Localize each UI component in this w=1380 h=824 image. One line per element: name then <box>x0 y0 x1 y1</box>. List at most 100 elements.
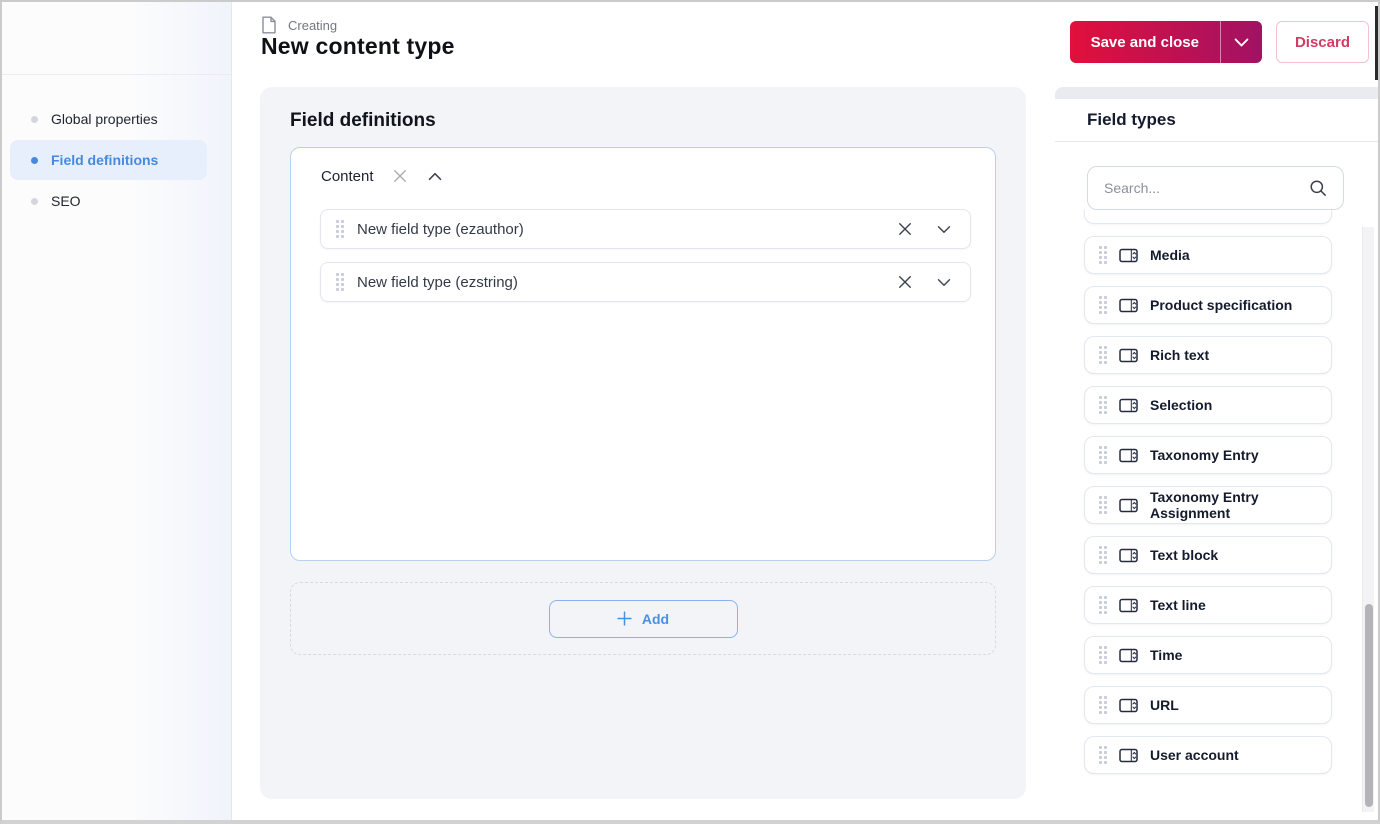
field-type-item-selection[interactable]: Selection <box>1084 386 1332 424</box>
field-group-name: Content <box>321 167 374 185</box>
kicker-label: Creating <box>288 17 338 33</box>
field-type-icon <box>1119 348 1138 363</box>
drag-handle-icon[interactable] <box>1099 646 1107 664</box>
field-type-item-partial[interactable] <box>1084 210 1332 224</box>
field-definition-label: New field type (ezstring) <box>357 273 518 291</box>
search-icon <box>1309 179 1327 197</box>
drag-handle-icon[interactable] <box>1099 496 1107 514</box>
page-scrollbar-thumb[interactable] <box>1375 6 1378 80</box>
sidebar-item-label: Field definitions <box>51 152 159 168</box>
collapse-group-button[interactable] <box>426 170 444 183</box>
remove-field-button[interactable] <box>896 273 914 291</box>
field-type-icon <box>1119 598 1138 613</box>
save-button-label[interactable]: Save and close <box>1070 21 1220 63</box>
field-definition-row[interactable]: New field type (ezauthor) <box>320 209 971 249</box>
sidebar-item-label: SEO <box>51 193 81 209</box>
field-type-label: Media <box>1150 247 1190 263</box>
drag-handle-icon[interactable] <box>336 220 344 238</box>
bullet-dot-icon <box>31 156 38 164</box>
drag-handle-icon[interactable] <box>1099 596 1107 614</box>
sidebar-item-seo[interactable]: SEO <box>10 181 207 221</box>
page-header: Creating New content type Save and close… <box>233 2 1378 86</box>
search-input[interactable] <box>1104 180 1301 196</box>
bullet-dot-icon <box>31 115 38 123</box>
field-definition-row[interactable]: New field type (ezstring) <box>320 262 971 302</box>
header-actions: Save and close Discard <box>1069 21 1369 63</box>
field-type-label: URL <box>1150 697 1179 713</box>
field-type-item-rich-text[interactable]: Rich text <box>1084 336 1332 374</box>
document-icon <box>261 16 277 34</box>
field-type-item-time[interactable]: Time <box>1084 636 1332 674</box>
drag-handle-icon[interactable] <box>1099 396 1107 414</box>
field-type-item-text-line[interactable]: Text line <box>1084 586 1332 624</box>
close-icon <box>899 276 911 288</box>
page-title: New content type <box>261 33 455 59</box>
field-types-title: Field types <box>1055 99 1378 142</box>
field-type-item-user-account[interactable]: User account <box>1084 736 1332 774</box>
drag-handle-icon[interactable] <box>1099 346 1107 364</box>
save-and-close-button[interactable]: Save and close <box>1069 21 1262 63</box>
drag-handle-icon[interactable] <box>1099 296 1107 314</box>
field-type-icon <box>1119 298 1138 313</box>
field-type-label: Taxonomy Entry <box>1150 447 1259 463</box>
field-type-label: Product specification <box>1150 297 1293 313</box>
field-type-icon <box>1119 448 1138 463</box>
plus-icon <box>617 611 632 626</box>
sidebar-header-spacer <box>2 2 231 75</box>
anchor-nav: Global properties Field definitions SEO <box>2 75 231 221</box>
field-type-item-text-block[interactable]: Text block <box>1084 536 1332 574</box>
chevron-down-icon <box>937 278 951 286</box>
sidebar-item-global-properties[interactable]: Global properties <box>10 99 207 139</box>
chevron-down-icon <box>1234 38 1249 46</box>
field-group-content: Content New field type (ezauthor) New fi… <box>290 147 996 561</box>
field-types-search[interactable] <box>1087 166 1344 210</box>
scrollbar-thumb[interactable] <box>1365 604 1373 807</box>
drag-handle-icon[interactable] <box>1099 446 1107 464</box>
add-button[interactable]: Add <box>548 599 738 638</box>
field-type-label: Text block <box>1150 547 1219 563</box>
drag-handle-icon[interactable] <box>1099 246 1107 264</box>
field-type-icon <box>1119 698 1138 713</box>
field-group-header: Content <box>291 148 995 188</box>
field-definitions-panel: Field definitions Content New field type… <box>260 87 1026 799</box>
expand-field-button[interactable] <box>935 276 953 289</box>
drag-handle-icon[interactable] <box>336 273 344 291</box>
field-type-label: Rich text <box>1150 347 1210 363</box>
chevron-up-icon <box>428 172 441 180</box>
drag-handle-icon[interactable] <box>1099 746 1107 764</box>
field-type-icon <box>1119 548 1138 563</box>
close-icon <box>393 170 406 182</box>
field-definition-list: New field type (ezauthor) New field type… <box>291 188 995 302</box>
expand-field-button[interactable] <box>935 223 953 236</box>
add-button-label: Add <box>641 610 670 627</box>
drag-handle-icon[interactable] <box>1099 546 1107 564</box>
field-type-label: Time <box>1150 647 1183 663</box>
field-types-scrollbar[interactable] <box>1362 227 1374 812</box>
field-type-item-url[interactable]: URL <box>1084 686 1332 724</box>
field-type-item-taxonomy-entry[interactable]: Taxonomy Entry <box>1084 436 1332 474</box>
field-type-label: User account <box>1150 747 1239 763</box>
field-types-list: Media Product specification Rich text Se… <box>1055 210 1378 813</box>
add-group-dropzone: Add <box>290 582 996 655</box>
field-type-item-product-specification[interactable]: Product specification <box>1084 286 1332 324</box>
chevron-down-icon <box>937 225 951 233</box>
panel-top-strip <box>1055 87 1378 99</box>
field-type-icon <box>1119 398 1138 413</box>
drag-handle-icon[interactable] <box>1099 696 1107 714</box>
field-type-label: Text line <box>1150 597 1206 613</box>
breadcrumb: Creating <box>261 16 337 34</box>
bullet-dot-icon <box>31 197 38 205</box>
sidebar-item-field-definitions[interactable]: Field definitions <box>10 140 207 180</box>
field-type-item-taxonomy-entry-assignment[interactable]: Taxonomy Entry Assignment <box>1084 486 1332 524</box>
section-title: Field definitions <box>290 110 436 131</box>
field-type-item-media[interactable]: Media <box>1084 236 1332 274</box>
field-types-panel: Field types Media Product specification <box>1055 87 1378 813</box>
field-type-label: Selection <box>1150 397 1213 413</box>
remove-group-button[interactable] <box>391 167 409 185</box>
field-type-icon <box>1119 248 1138 263</box>
remove-field-button[interactable] <box>896 220 914 238</box>
left-sidebar: Global properties Field definitions SEO <box>2 2 232 820</box>
discard-button[interactable]: Discard <box>1275 21 1369 63</box>
save-options-dropdown[interactable] <box>1219 21 1262 63</box>
sidebar-item-label: Global properties <box>51 111 158 127</box>
